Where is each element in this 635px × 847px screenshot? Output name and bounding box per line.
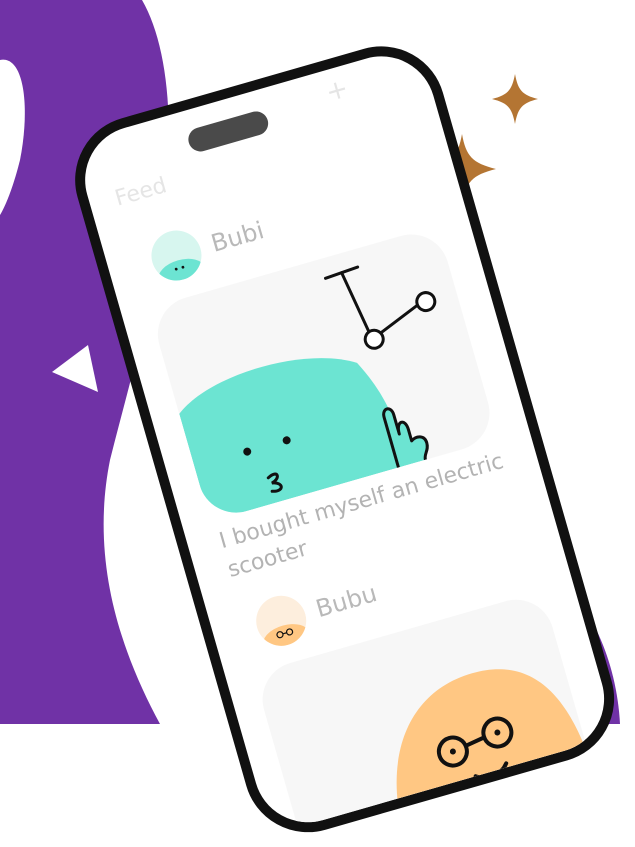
post-image-card[interactable] (253, 590, 598, 847)
bubi-avatar[interactable] (145, 224, 208, 287)
feed-title: Feed (112, 173, 170, 212)
post-author[interactable]: Bubi (208, 216, 267, 258)
add-post-button[interactable]: + (323, 73, 352, 108)
green-blob-avatar-icon (158, 258, 206, 287)
orange-blob-avatar-icon (263, 624, 310, 652)
post-author[interactable]: Bubu (313, 579, 380, 623)
bubu-avatar[interactable] (250, 589, 313, 652)
dynamic-island (185, 108, 271, 155)
orange-blob-with-glasses-illustration (396, 669, 598, 839)
sparkle-small-icon (492, 74, 538, 124)
